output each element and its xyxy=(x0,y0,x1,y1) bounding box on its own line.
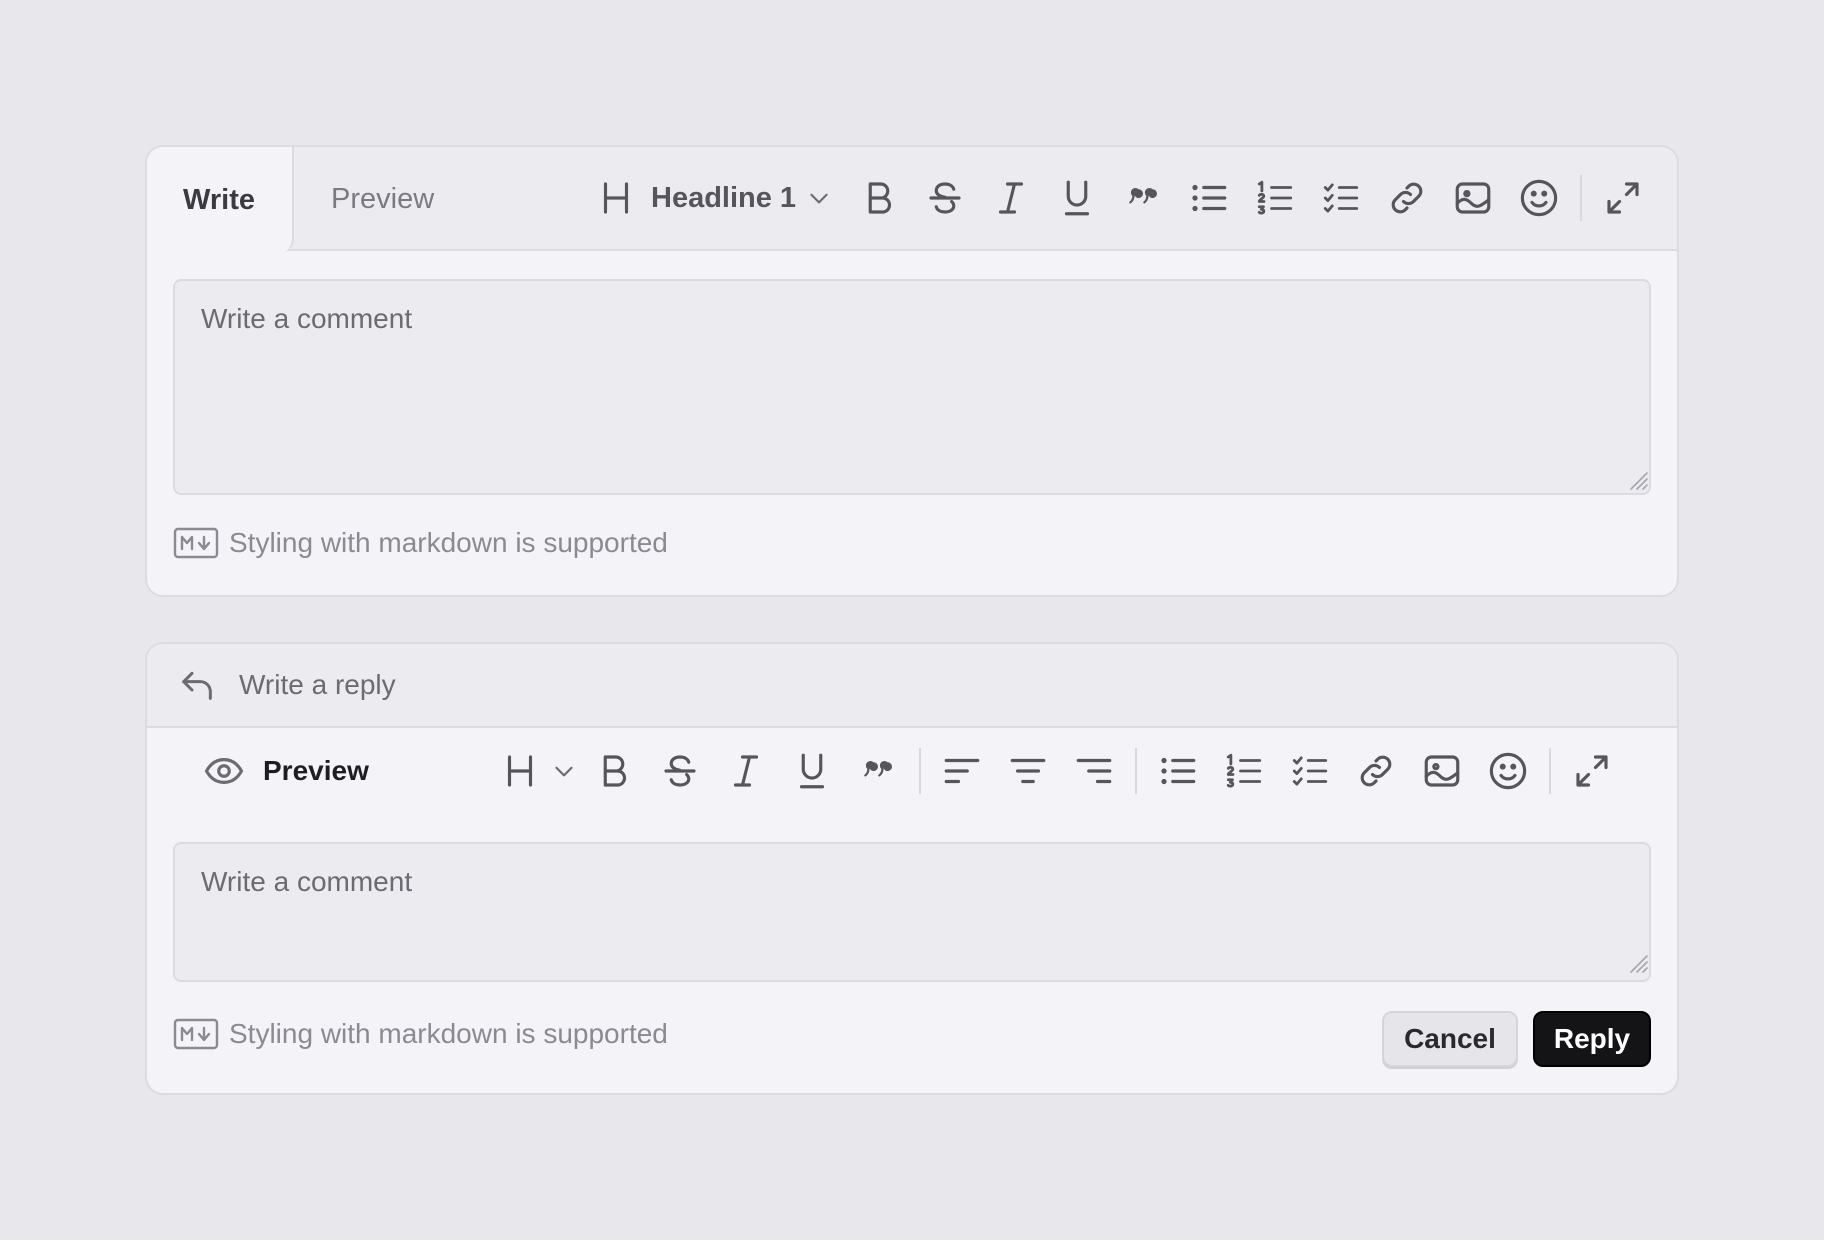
checklist-button[interactable] xyxy=(1277,738,1343,804)
link-icon xyxy=(1360,755,1392,787)
heading-select[interactable] xyxy=(499,738,577,804)
numbered-list-icon xyxy=(1226,753,1262,788)
quote-icon xyxy=(864,760,892,777)
underline-icon xyxy=(1064,180,1090,216)
reply-header-label: Write a reply xyxy=(239,669,396,700)
reply-editor: Write a reply Preview Write a comment St… xyxy=(145,642,1679,1095)
reply-header: Write a reply xyxy=(147,644,1677,728)
link-icon xyxy=(1391,182,1423,214)
cancel-button[interactable]: Cancel xyxy=(1382,1011,1518,1067)
expand-button[interactable] xyxy=(1590,165,1656,231)
tab-write[interactable]: Write xyxy=(147,147,294,253)
markdown-note-text: Styling with markdown is supported xyxy=(229,1018,668,1049)
expand-icon xyxy=(1576,755,1608,787)
align-right-button[interactable] xyxy=(1061,738,1127,804)
heading-icon xyxy=(603,182,629,214)
formatting-toolbar: Headline 1 xyxy=(595,147,1656,249)
strikethrough-icon xyxy=(664,755,696,787)
checklist-button[interactable] xyxy=(1308,165,1374,231)
markdown-icon xyxy=(173,1018,219,1050)
preview-toggle-label: Preview xyxy=(263,755,369,786)
align-left-icon xyxy=(944,758,980,784)
image-icon xyxy=(1424,755,1460,787)
resize-handle-icon[interactable] xyxy=(1625,950,1649,974)
bold-icon xyxy=(603,755,627,787)
strikethrough-button[interactable] xyxy=(912,165,978,231)
toolbar-divider xyxy=(919,748,921,794)
markdown-icon xyxy=(173,527,219,559)
image-button[interactable] xyxy=(1440,165,1506,231)
align-left-button[interactable] xyxy=(929,738,995,804)
align-center-icon xyxy=(1010,758,1046,784)
markdown-note: Styling with markdown is supported xyxy=(173,527,668,559)
underline-button[interactable] xyxy=(1044,165,1110,231)
image-icon xyxy=(1455,182,1491,214)
heading-icon xyxy=(507,755,533,787)
reply-input[interactable]: Write a comment xyxy=(173,842,1651,982)
bold-button[interactable] xyxy=(846,165,912,231)
quote-icon xyxy=(1129,187,1158,204)
checklist-icon xyxy=(1292,756,1328,786)
numbered-list-button[interactable] xyxy=(1242,165,1308,231)
toolbar-divider xyxy=(1549,748,1551,794)
reply-arrow-icon xyxy=(182,671,212,700)
toolbar-divider xyxy=(1135,748,1137,794)
strikethrough-icon xyxy=(929,182,961,214)
markdown-note-text: Styling with markdown is supported xyxy=(229,527,668,558)
numbered-list-icon xyxy=(1257,180,1293,215)
bullet-list-icon xyxy=(1192,184,1227,212)
checklist-icon xyxy=(1323,183,1359,213)
quote-button[interactable] xyxy=(1110,165,1176,231)
resize-handle-icon[interactable] xyxy=(1625,467,1649,491)
emoji-button[interactable] xyxy=(1506,165,1572,231)
reply-button[interactable]: Reply xyxy=(1533,1011,1651,1067)
editor-header: Write Preview Headline 1 xyxy=(147,147,1677,253)
quote-button[interactable] xyxy=(845,738,911,804)
chevron-down-icon xyxy=(810,193,828,204)
bullet-list-button[interactable] xyxy=(1145,738,1211,804)
expand-icon xyxy=(1607,182,1639,214)
expand-button[interactable] xyxy=(1559,738,1625,804)
bold-button[interactable] xyxy=(581,738,647,804)
bullet-list-icon xyxy=(1161,757,1196,785)
italic-icon xyxy=(998,182,1024,214)
image-button[interactable] xyxy=(1409,738,1475,804)
link-button[interactable] xyxy=(1374,165,1440,231)
emoji-icon xyxy=(1520,179,1558,217)
preview-toggle[interactable]: Preview xyxy=(203,738,369,804)
underline-button[interactable] xyxy=(779,738,845,804)
bold-icon xyxy=(868,182,892,214)
italic-button[interactable] xyxy=(978,165,1044,231)
comment-input[interactable]: Write a comment xyxy=(173,279,1651,495)
numbered-list-button[interactable] xyxy=(1211,738,1277,804)
toolbar-divider xyxy=(1580,175,1583,221)
link-button[interactable] xyxy=(1343,738,1409,804)
chevron-down-icon xyxy=(555,766,573,777)
bullet-list-button[interactable] xyxy=(1176,165,1242,231)
underline-icon xyxy=(799,753,825,789)
italic-icon xyxy=(733,755,759,787)
align-center-button[interactable] xyxy=(995,738,1061,804)
heading-select[interactable]: Headline 1 xyxy=(595,165,832,231)
align-right-icon xyxy=(1076,758,1112,784)
eye-icon xyxy=(204,758,244,784)
heading-select-label: Headline 1 xyxy=(651,181,797,214)
emoji-icon xyxy=(1489,752,1527,790)
italic-button[interactable] xyxy=(713,738,779,804)
tab-preview[interactable]: Preview xyxy=(331,147,434,251)
strikethrough-button[interactable] xyxy=(647,738,713,804)
markdown-note: Styling with markdown is supported xyxy=(173,1018,668,1050)
emoji-button[interactable] xyxy=(1475,738,1541,804)
comment-editor: Write Preview Headline 1 Write a comment… xyxy=(145,145,1679,597)
reply-formatting-toolbar xyxy=(499,738,1625,804)
